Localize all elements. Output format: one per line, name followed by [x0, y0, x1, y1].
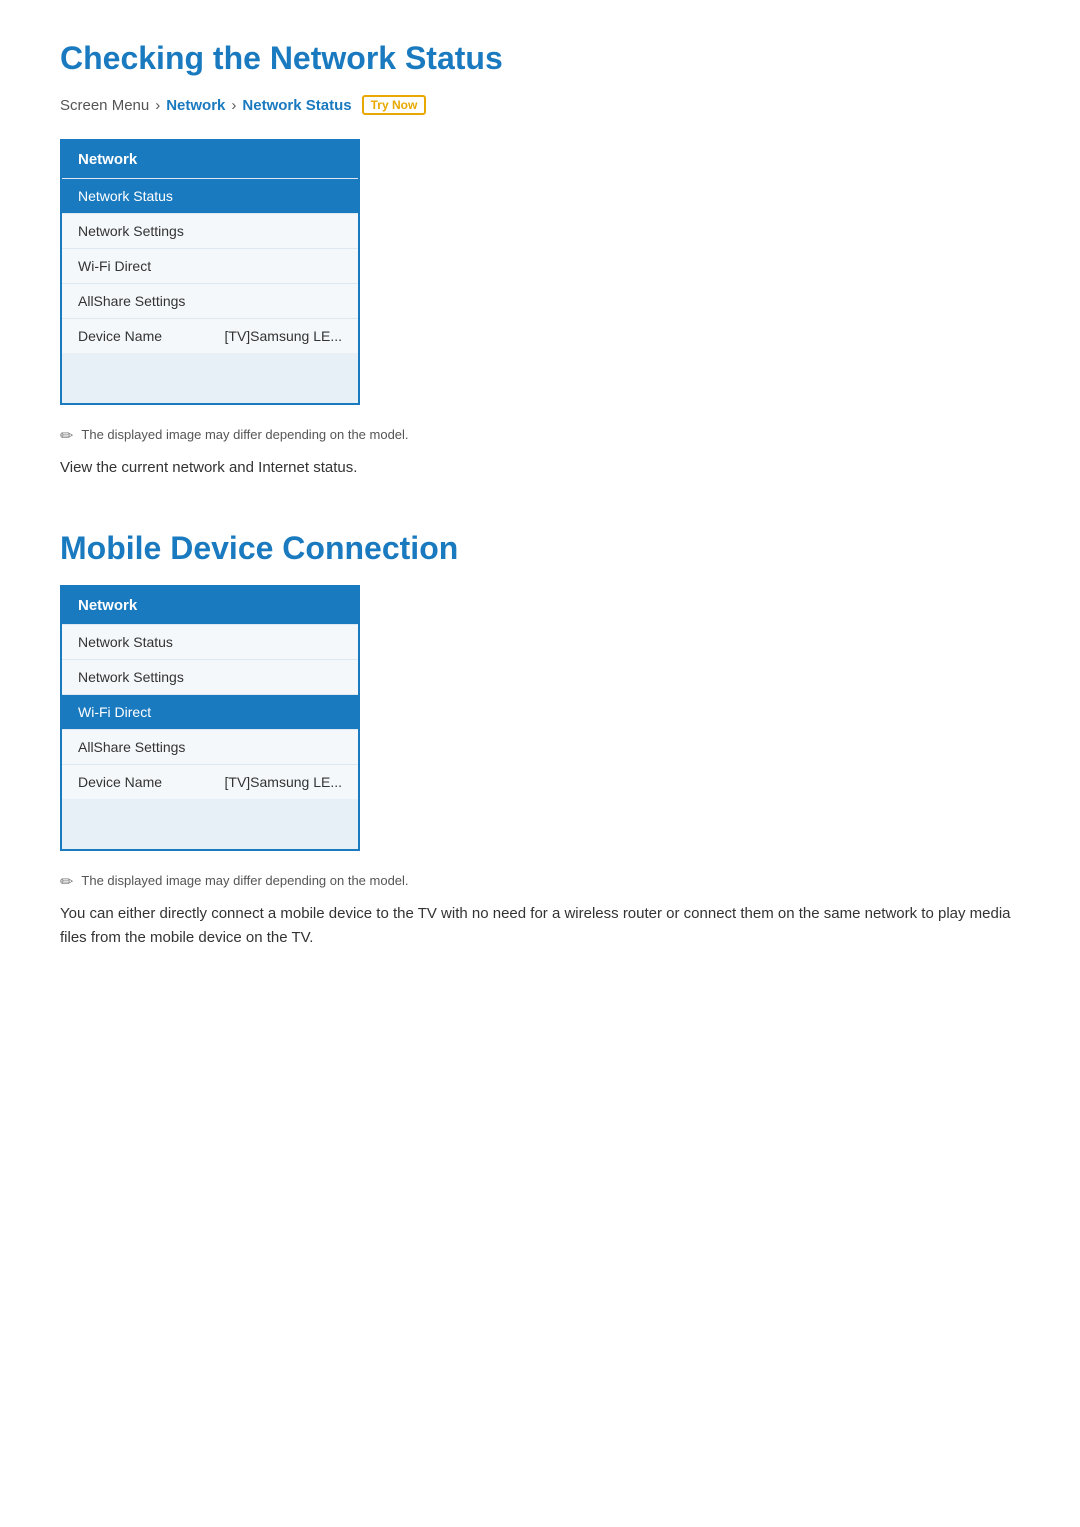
section2-title: Mobile Device Connection	[60, 530, 1020, 567]
menu-item-label: Device Name	[78, 328, 162, 344]
menu-item-label: Device Name	[78, 774, 162, 790]
menu-item-label: AllShare Settings	[78, 293, 185, 309]
section2-note: ✏ The displayed image may differ dependi…	[60, 873, 1020, 892]
menu-item-label: Network Settings	[78, 669, 184, 685]
menu-item-label: Network Status	[78, 634, 173, 650]
section2-note-text: The displayed image may differ depending…	[81, 873, 408, 888]
menu-item-allshare-settings-2[interactable]: AllShare Settings	[62, 729, 358, 764]
section1-note-text: The displayed image may differ depending…	[81, 427, 408, 442]
try-now-badge[interactable]: Try Now	[362, 95, 427, 115]
section-checking-network-status: Checking the Network Status Screen Menu …	[60, 40, 1020, 480]
pencil-icon: ✏	[60, 427, 73, 446]
section-mobile-device-connection: Mobile Device Connection Network Network…	[60, 530, 1020, 950]
breadcrumb-network[interactable]: Network	[166, 97, 225, 114]
menu-item-label: Network Status	[78, 188, 173, 204]
section1-note: ✏ The displayed image may differ dependi…	[60, 427, 1020, 446]
menu-item-device-name-2[interactable]: Device Name [TV]Samsung LE...	[62, 764, 358, 799]
breadcrumb-network-status[interactable]: Network Status	[242, 97, 351, 114]
menu-item-label: AllShare Settings	[78, 739, 185, 755]
menu-item-network-status[interactable]: Network Status	[62, 624, 358, 659]
menu-spacer	[62, 353, 358, 403]
section1-menu-box: Network Network Status Network Settings …	[60, 139, 360, 405]
menu-item-device-name[interactable]: Device Name [TV]Samsung LE...	[62, 318, 358, 353]
menu-spacer-2	[62, 799, 358, 849]
menu-item-wifi-direct[interactable]: Wi-Fi Direct	[62, 248, 358, 283]
breadcrumb: Screen Menu › Network › Network Status T…	[60, 95, 1020, 115]
menu-item-network-settings[interactable]: Network Settings	[62, 213, 358, 248]
section1-title: Checking the Network Status	[60, 40, 1020, 77]
section1-menu-header: Network	[62, 141, 358, 178]
menu-item-label: Wi-Fi Direct	[78, 704, 151, 720]
breadcrumb-sep1: ›	[155, 97, 160, 114]
section2-description: You can either directly connect a mobile…	[60, 902, 1020, 950]
menu-item-label: Network Settings	[78, 223, 184, 239]
section2-menu-box: Network Network Status Network Settings …	[60, 585, 360, 851]
menu-item-wifi-direct-active[interactable]: Wi-Fi Direct	[62, 694, 358, 729]
menu-item-network-status-active[interactable]: Network Status	[62, 178, 358, 213]
menu-item-label: Wi-Fi Direct	[78, 258, 151, 274]
menu-item-network-settings-2[interactable]: Network Settings	[62, 659, 358, 694]
breadcrumb-screen-menu: Screen Menu	[60, 97, 149, 114]
device-name-value: [TV]Samsung LE...	[225, 328, 343, 344]
section1-description: View the current network and Internet st…	[60, 456, 1020, 480]
section2-menu-header: Network	[62, 587, 358, 624]
pencil-icon-2: ✏	[60, 873, 73, 892]
device-name-value-2: [TV]Samsung LE...	[225, 774, 343, 790]
breadcrumb-sep2: ›	[231, 97, 236, 114]
menu-item-allshare-settings[interactable]: AllShare Settings	[62, 283, 358, 318]
